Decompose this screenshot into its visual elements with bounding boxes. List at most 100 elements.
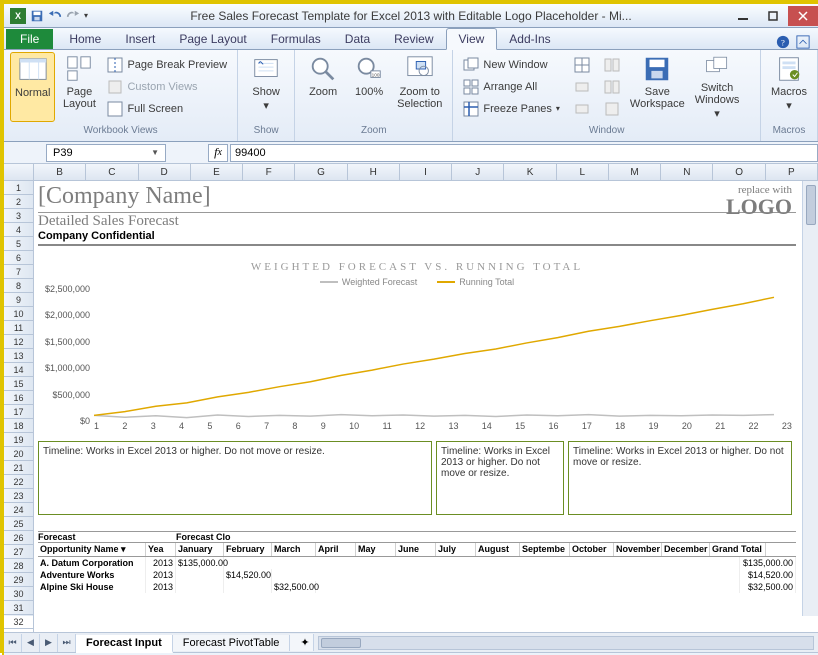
col-header[interactable]: C	[86, 164, 138, 180]
file-tab[interactable]: File	[6, 29, 53, 49]
zoom-to-selection-button[interactable]: Zoom to Selection	[393, 52, 446, 122]
tab-formulas[interactable]: Formulas	[259, 29, 333, 49]
row-header[interactable]: 16	[4, 391, 34, 405]
full-screen-button[interactable]: Full Screen	[103, 98, 231, 119]
hscroll-thumb[interactable]	[321, 638, 361, 648]
select-all-corner[interactable]	[4, 164, 34, 180]
reset-window-button[interactable]	[600, 98, 624, 119]
qat-dropdown-icon[interactable]: ▾	[84, 11, 88, 20]
row-header[interactable]: 17	[4, 405, 34, 419]
close-button[interactable]	[788, 6, 818, 26]
fx-button[interactable]: fx	[208, 144, 228, 162]
vscroll-thumb[interactable]	[806, 185, 816, 225]
col-header[interactable]: E	[191, 164, 243, 180]
sheet-nav-next[interactable]: ▶	[40, 634, 58, 652]
col-header[interactable]: K	[504, 164, 556, 180]
tab-page-layout[interactable]: Page Layout	[167, 29, 258, 49]
show-button[interactable]: Show ▾	[244, 52, 288, 122]
col-header[interactable]: F	[243, 164, 295, 180]
row-header[interactable]: 24	[4, 503, 34, 517]
col-header[interactable]: G	[295, 164, 347, 180]
sheet-nav-last[interactable]: ⏭	[58, 634, 76, 652]
new-window-button[interactable]: New Window	[459, 54, 564, 75]
sheet-tab-forecast-pivot[interactable]: Forecast PivotTable	[173, 635, 291, 651]
col-header[interactable]: D	[139, 164, 191, 180]
sync-scroll-button[interactable]	[600, 76, 624, 97]
worksheet-grid[interactable]: B C D E F G H I J K L M N O P 1234567891…	[4, 164, 818, 632]
col-header[interactable]: H	[348, 164, 400, 180]
row-header[interactable]: 10	[4, 307, 34, 321]
row-header[interactable]: 6	[4, 251, 34, 265]
row-header[interactable]: 7	[4, 265, 34, 279]
tab-insert[interactable]: Insert	[113, 29, 167, 49]
ribbon-minimize-icon[interactable]	[796, 35, 810, 49]
sheet-nav-prev[interactable]: ◀	[22, 634, 40, 652]
tab-data[interactable]: Data	[333, 29, 382, 49]
zoom-100-button[interactable]: 100 100%	[347, 52, 391, 122]
undo-icon[interactable]	[48, 9, 62, 23]
row-header[interactable]: 1	[4, 181, 34, 195]
zoom-button[interactable]: Zoom	[301, 52, 345, 122]
col-header[interactable]: J	[452, 164, 504, 180]
row-header[interactable]: 2	[4, 195, 34, 209]
row-header[interactable]: 8	[4, 279, 34, 293]
row-header[interactable]: 32	[4, 615, 34, 629]
switch-windows-button[interactable]: Switch Windows ▾	[691, 52, 744, 122]
minimize-button[interactable]	[728, 6, 758, 26]
row-header[interactable]: 31	[4, 601, 34, 615]
split-button[interactable]	[570, 54, 594, 75]
vertical-scrollbar[interactable]	[802, 181, 818, 616]
custom-views-button[interactable]: Custom Views	[103, 76, 231, 97]
row-header[interactable]: 25	[4, 517, 34, 531]
col-header[interactable]: I	[400, 164, 452, 180]
save-icon[interactable]	[30, 9, 44, 23]
redo-icon[interactable]	[66, 9, 80, 23]
row-header[interactable]: 14	[4, 363, 34, 377]
col-header[interactable]: O	[713, 164, 765, 180]
tab-view[interactable]: View	[446, 28, 498, 50]
name-box[interactable]: P39▼	[46, 144, 166, 162]
help-icon[interactable]: ?	[776, 35, 790, 49]
row-header[interactable]: 18	[4, 419, 34, 433]
hide-button[interactable]	[570, 76, 594, 97]
row-header[interactable]: 21	[4, 461, 34, 475]
save-workspace-button[interactable]: Save Workspace	[626, 52, 689, 122]
page-layout-button[interactable]: Page Layout	[57, 52, 101, 122]
macros-button[interactable]: Macros ▾	[767, 52, 811, 122]
formula-input[interactable]	[230, 144, 818, 162]
col-header[interactable]: N	[661, 164, 713, 180]
row-header[interactable]: 29	[4, 573, 34, 587]
normal-view-button[interactable]: Normal	[10, 52, 55, 122]
col-header[interactable]: B	[34, 164, 86, 180]
unhide-button[interactable]	[570, 98, 594, 119]
row-header[interactable]: 23	[4, 489, 34, 503]
row-header[interactable]: 11	[4, 321, 34, 335]
row-header[interactable]: 4	[4, 223, 34, 237]
sheet-tab-forecast-input[interactable]: Forecast Input	[76, 635, 173, 653]
sheet-content[interactable]: [Company Name] Detailed Sales Forecast C…	[34, 181, 802, 616]
row-header[interactable]: 9	[4, 293, 34, 307]
row-header[interactable]: 30	[4, 587, 34, 601]
row-header[interactable]: 19	[4, 433, 34, 447]
maximize-button[interactable]	[758, 6, 788, 26]
row-header[interactable]: 33	[4, 629, 34, 632]
freeze-panes-button[interactable]: Freeze Panes ▾	[459, 98, 564, 119]
col-header[interactable]: L	[557, 164, 609, 180]
row-header[interactable]: 27	[4, 545, 34, 559]
col-header[interactable]: M	[609, 164, 661, 180]
row-headers[interactable]: 1234567891011121314151617181920212223242…	[4, 181, 34, 616]
row-header[interactable]: 22	[4, 475, 34, 489]
col-header[interactable]: P	[766, 164, 818, 180]
namebox-dropdown-icon[interactable]: ▼	[151, 148, 159, 157]
row-header[interactable]: 5	[4, 237, 34, 251]
row-header[interactable]: 28	[4, 559, 34, 573]
row-header[interactable]: 13	[4, 349, 34, 363]
row-header[interactable]: 12	[4, 335, 34, 349]
horizontal-scrollbar[interactable]	[318, 636, 814, 650]
page-break-preview-button[interactable]: Page Break Preview	[103, 54, 231, 75]
row-header[interactable]: 15	[4, 377, 34, 391]
tab-home[interactable]: Home	[57, 29, 113, 49]
tab-review[interactable]: Review	[382, 29, 445, 49]
arrange-all-button[interactable]: Arrange All	[459, 76, 564, 97]
sheet-tab-new[interactable]: ✦	[290, 634, 314, 651]
